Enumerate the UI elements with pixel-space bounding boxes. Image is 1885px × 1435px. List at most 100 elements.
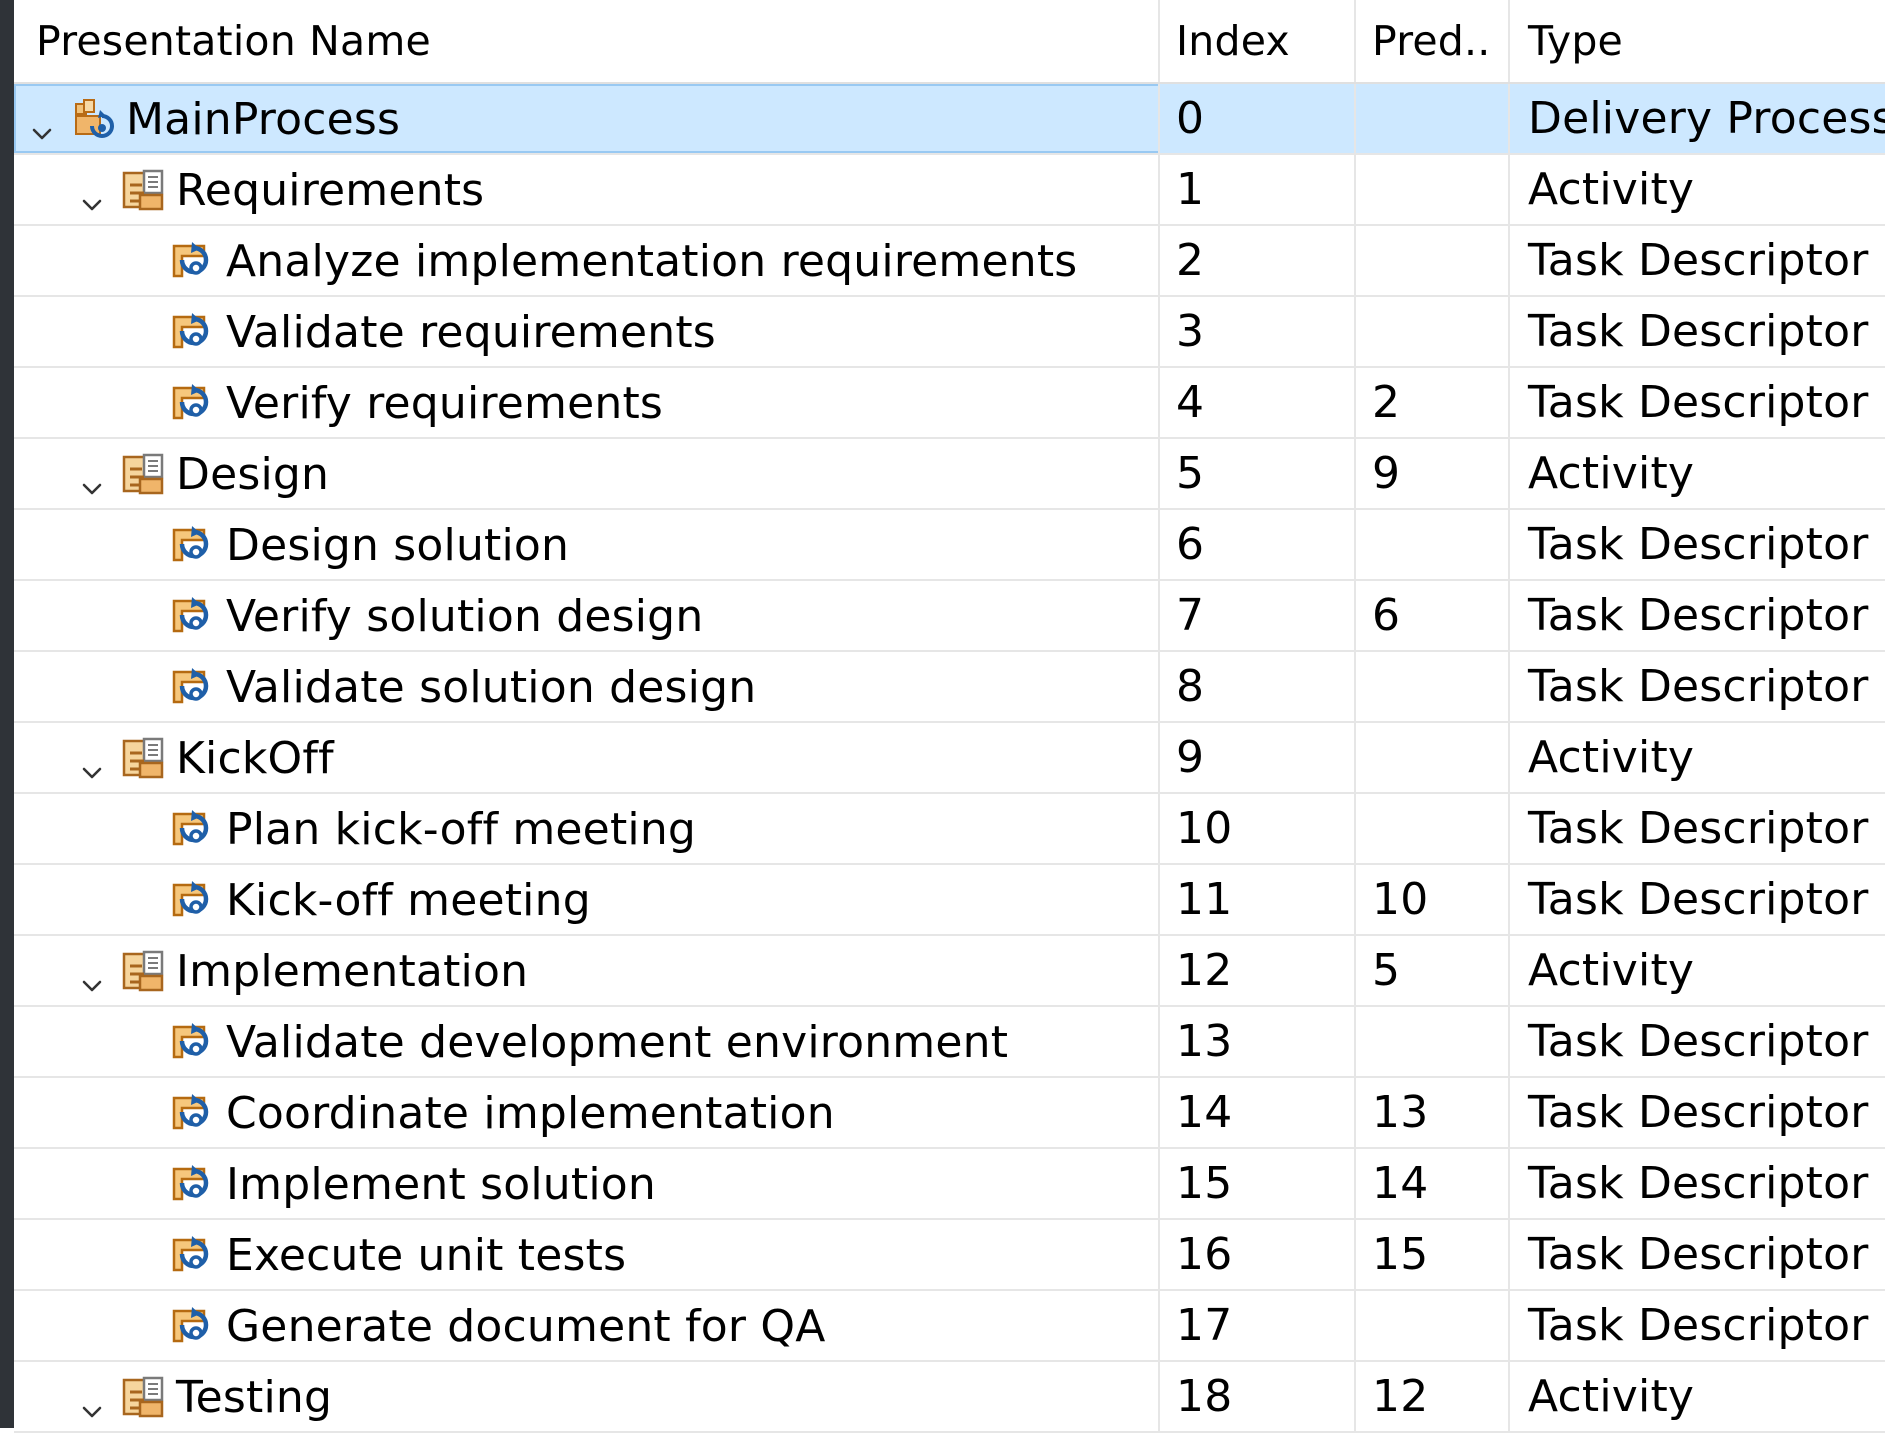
table-row[interactable]: Kick-off meeting 11 10 Task Descriptor [14, 865, 1885, 936]
index-cell: 8 [1160, 652, 1356, 721]
tree-item-label: Requirements [176, 165, 485, 216]
index-cell: 11 [1160, 865, 1356, 934]
tree-cell[interactable]: Execute unit tests [14, 1220, 1160, 1289]
tree-item-label: Verify solution design [226, 591, 704, 642]
index-cell: 2 [1160, 226, 1356, 295]
predecessors-cell: 14 [1356, 1149, 1510, 1218]
type-cell: Activity [1528, 732, 1695, 783]
table-row[interactable]: MainProcess 0 Delivery Process [14, 84, 1885, 155]
task-descriptor-icon [170, 309, 218, 357]
process-tree-table: Presentation Name Index Pred.. Type Main… [14, 0, 1885, 1433]
tree-item-label: Plan kick-off meeting [226, 804, 697, 855]
tree-cell[interactable]: Design [14, 439, 1160, 508]
tree-item-label: Execute unit tests [226, 1230, 627, 1281]
tree-item-label: Kick-off meeting [226, 875, 591, 926]
delivery-process-icon [70, 96, 118, 144]
tree-cell[interactable]: Verify solution design [14, 581, 1160, 650]
table-row[interactable]: Verify requirements 4 2 Task Descriptor [14, 368, 1885, 439]
tree-item-label: Validate solution design [226, 662, 757, 713]
table-row[interactable]: Verify solution design 7 6 Task Descriptor [14, 581, 1885, 652]
predecessors-cell: 5 [1356, 936, 1510, 1005]
column-header-presentation-name[interactable]: Presentation Name [14, 0, 1160, 82]
predecessors-cell [1356, 723, 1510, 792]
chevron-down-icon[interactable] [80, 461, 104, 495]
chevron-down-icon[interactable] [30, 106, 54, 140]
type-cell: Task Descriptor [1528, 1087, 1869, 1138]
index-cell: 18 [1160, 1362, 1356, 1431]
tree-item-label: Validate development environment [226, 1017, 1009, 1068]
table-row[interactable]: Implement solution 15 14 Task Descriptor [14, 1149, 1885, 1220]
index-cell: 15 [1160, 1149, 1356, 1218]
tree-cell[interactable]: Analyze implementation requirements [14, 226, 1160, 295]
table-row[interactable]: Validate requirements 3 Task Descriptor [14, 297, 1885, 368]
tree-cell[interactable]: Requirements [14, 155, 1160, 224]
tree-cell[interactable]: Implementation [14, 936, 1160, 1005]
table-body: MainProcess 0 Delivery Process Requirements… [14, 84, 1885, 1433]
tree-cell[interactable]: Coordinate implementation [14, 1078, 1160, 1147]
index-cell: 12 [1160, 936, 1356, 1005]
predecessors-cell [1356, 1291, 1510, 1360]
tree-item-label: Analyze implementation requirements [226, 236, 1078, 287]
index-cell: 14 [1160, 1078, 1356, 1147]
task-descriptor-icon [170, 1019, 218, 1067]
tree-cell[interactable]: Validate development environment [14, 1007, 1160, 1076]
chevron-down-icon[interactable] [80, 1384, 104, 1418]
chevron-down-icon[interactable] [80, 745, 104, 779]
type-cell: Task Descriptor [1528, 803, 1869, 854]
predecessors-cell: 9 [1356, 439, 1510, 508]
predecessors-cell [1356, 652, 1510, 721]
type-cell: Task Descriptor [1528, 306, 1869, 357]
task-descriptor-icon [170, 1232, 218, 1280]
type-cell: Activity [1528, 448, 1695, 499]
predecessors-cell: 10 [1356, 865, 1510, 934]
task-descriptor-icon [170, 1161, 218, 1209]
column-header-predecessors[interactable]: Pred.. [1356, 0, 1510, 82]
table-row[interactable]: Coordinate implementation 14 13 Task Descri… [14, 1078, 1885, 1149]
column-header-index[interactable]: Index [1160, 0, 1356, 82]
chevron-down-icon[interactable] [80, 958, 104, 992]
table-row[interactable]: Analyze implementation requirements 2 Task… [14, 226, 1885, 297]
tree-cell[interactable]: Testing [14, 1362, 1160, 1431]
predecessors-cell: 15 [1356, 1220, 1510, 1289]
index-cell: 1 [1160, 155, 1356, 224]
tree-cell[interactable]: KickOff [14, 723, 1160, 792]
tree-cell[interactable]: Validate requirements [14, 297, 1160, 366]
column-header-type[interactable]: Type [1510, 0, 1885, 82]
table-row[interactable]: Implementation 12 5 Activity [14, 936, 1885, 1007]
index-cell: 17 [1160, 1291, 1356, 1360]
table-row[interactable]: Testing 18 12 Activity [14, 1362, 1885, 1433]
tree-item-label: Verify requirements [226, 378, 664, 429]
type-cell: Task Descriptor [1528, 874, 1869, 925]
tree-item-label: Coordinate implementation [226, 1088, 835, 1139]
tree-item-label: Generate document for QA [226, 1301, 826, 1352]
type-cell: Task Descriptor [1528, 235, 1869, 286]
tree-cell[interactable]: Implement solution [14, 1149, 1160, 1218]
predecessors-cell [1356, 1007, 1510, 1076]
task-descriptor-icon [170, 1303, 218, 1351]
table-row[interactable]: Validate solution design 8 Task Descriptor [14, 652, 1885, 723]
task-descriptor-icon [170, 380, 218, 428]
table-row[interactable]: Execute unit tests 16 15 Task Descriptor [14, 1220, 1885, 1291]
tree-cell[interactable]: MainProcess [14, 84, 1160, 153]
task-descriptor-icon [170, 593, 218, 641]
tree-cell[interactable]: Validate solution design [14, 652, 1160, 721]
table-row[interactable]: Plan kick-off meeting 10 Task Descriptor [14, 794, 1885, 865]
tree-cell[interactable]: Generate document for QA [14, 1291, 1160, 1360]
tree-cell[interactable]: Verify requirements [14, 368, 1160, 437]
predecessors-cell [1356, 84, 1510, 153]
predecessors-cell [1356, 155, 1510, 224]
predecessors-cell [1356, 510, 1510, 579]
tree-cell[interactable]: Design solution [14, 510, 1160, 579]
tree-cell[interactable]: Plan kick-off meeting [14, 794, 1160, 863]
table-row[interactable]: Requirements 1 Activity [14, 155, 1885, 226]
tree-cell[interactable]: Kick-off meeting [14, 865, 1160, 934]
index-cell: 0 [1160, 84, 1356, 153]
chevron-down-icon[interactable] [80, 177, 104, 211]
table-row[interactable]: Design solution 6 Task Descriptor [14, 510, 1885, 581]
table-row[interactable]: Validate development environment 13 Task D… [14, 1007, 1885, 1078]
table-row[interactable]: Design 5 9 Activity [14, 439, 1885, 510]
table-row[interactable]: KickOff 9 Activity [14, 723, 1885, 794]
index-cell: 3 [1160, 297, 1356, 366]
activity-icon [120, 167, 168, 215]
table-row[interactable]: Generate document for QA 17 Task Descripto… [14, 1291, 1885, 1362]
